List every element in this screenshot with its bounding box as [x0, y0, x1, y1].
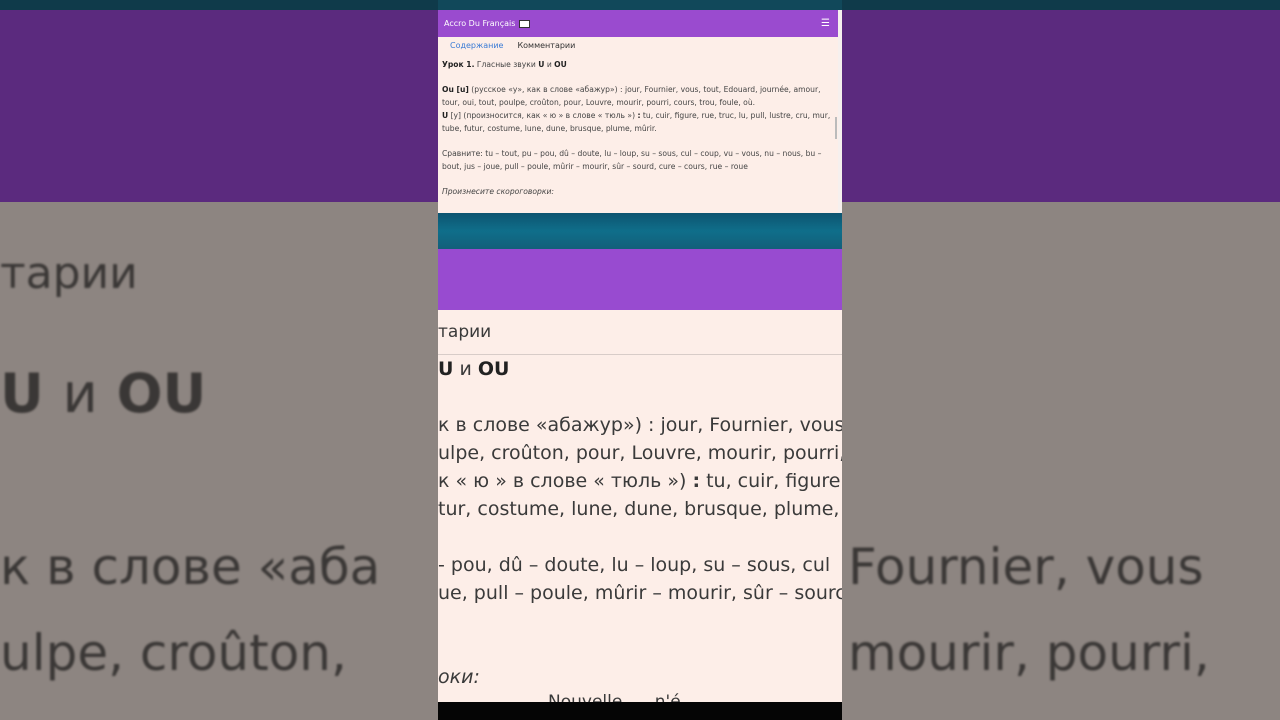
app-window: Accro Du Français ☰ Содержание Комментар… — [438, 10, 838, 213]
bg-title: U и OU — [0, 362, 207, 425]
bottom-black-bar — [438, 702, 842, 720]
zoom-teal-band — [438, 213, 842, 249]
scrollbar-thumb[interactable] — [835, 117, 837, 139]
tongue-twisters-heading: Произнесите скороговорки: — [442, 186, 554, 196]
ou-paragraph: Ou [u] (русское «у», как в слове «абажур… — [442, 85, 821, 108]
tab-comments[interactable]: Комментарии — [517, 41, 575, 57]
zoom-line-2: ulpe, croûton, pour, Louvre, mourir, pou… — [438, 442, 842, 464]
lesson-content: Урок 1. Гласные звуки U и OU Ou [u] (рус… — [438, 57, 838, 199]
zoom-comments-tab: тарии — [438, 322, 492, 342]
bg-line-right-1: Fournier, vous — [848, 538, 1204, 596]
app-title-group: Accro Du Français — [444, 19, 531, 28]
phone-screen: Accro Du Français ☰ Содержание Комментар… — [438, 0, 842, 720]
zoom-purple-band — [438, 249, 842, 310]
app-title: Accro Du Français — [444, 19, 516, 28]
bg-line-right-2: mourir, pourri, — [848, 624, 1210, 682]
zoom-line-5: - pou, dû – doute, lu – loup, su – sous,… — [438, 554, 831, 576]
bg-comments-text: тарии — [0, 248, 138, 299]
zoom-divider — [438, 354, 842, 355]
compare-paragraph: Сравните: tu – tout, pu – pou, dû – dout… — [442, 148, 822, 171]
app-edge — [838, 10, 842, 213]
zoom-line-3: к « ю » в слове « тюль ») : tu, cuir, fi… — [438, 470, 842, 492]
app-bar: Accro Du Français ☰ — [438, 10, 838, 37]
flag-icon — [519, 19, 531, 28]
zoomed-content: тарии U и OU к в слове «абажур») : jour,… — [438, 310, 842, 702]
status-strip — [438, 0, 842, 10]
lesson-heading: Урок 1. Гласные звуки U и OU — [442, 60, 567, 69]
zoom-title: U и OU — [438, 358, 510, 380]
tab-bar: Содержание Комментарии — [438, 37, 838, 57]
zoom-line-6: ue, pull – poule, mûrir – mourir, sûr – … — [438, 582, 842, 604]
zoom-line-1: к в слове «абажур») : jour, Fournier, vo… — [438, 414, 842, 436]
u-paragraph: U [у] (произносится, как « ю » в слове «… — [442, 110, 831, 133]
tab-contents[interactable]: Содержание — [450, 41, 503, 57]
bg-line-left-2: ulpe, croûton, — [0, 624, 347, 682]
hamburger-menu-icon[interactable]: ☰ — [821, 18, 830, 29]
bg-line-left-1: к в слове «аба — [0, 538, 381, 596]
zoom-line-7: оки: — [438, 666, 480, 688]
zoom-line-4: tur, costume, lune, dune, brusque, plume… — [438, 498, 842, 520]
